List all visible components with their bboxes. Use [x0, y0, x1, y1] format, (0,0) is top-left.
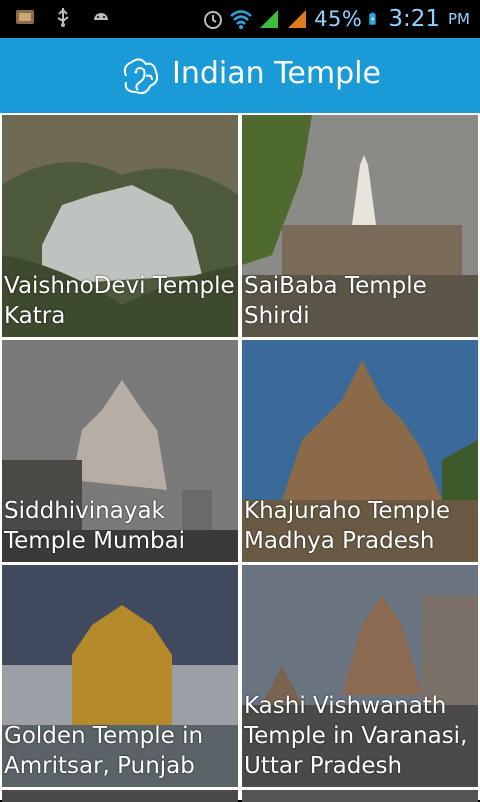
- temple-tile-khajuraho[interactable]: Khajuraho Temple Madhya Pradesh: [242, 340, 478, 562]
- temple-grid: VaishnoDevi Temple Katra SaiBaba Temple …: [0, 113, 480, 802]
- temple-tile-golden-temple[interactable]: Golden Temple in Amritsar, Punjab: [2, 565, 238, 787]
- clock-time: 3:21: [388, 6, 440, 32]
- app-bar: Indian Temple: [0, 38, 480, 113]
- temple-tile-kashi-vishwanath[interactable]: Kashi Vishwanath Temple in Varanasi, Utt…: [242, 565, 478, 787]
- usb-icon: [57, 8, 69, 27]
- alarm-icon: [204, 11, 223, 29]
- temple-name: Siddhivinayak Temple Mumbai: [4, 498, 186, 554]
- temple-name: Khajuraho Temple Madhya Pradesh: [244, 498, 451, 554]
- wifi-icon: [230, 10, 252, 29]
- app-title: Indian Temple: [172, 56, 381, 91]
- temple-name: Kashi Vishwanath Temple in Varanasi, Utt…: [244, 693, 468, 779]
- temple-tile-saibaba[interactable]: SaiBaba Temple Shirdi: [242, 115, 478, 337]
- android-icon: [94, 13, 108, 20]
- app-notification-icon: [16, 10, 34, 24]
- temple-tile-partial[interactable]: [242, 790, 478, 802]
- temple-name: SaiBaba Temple Shirdi: [244, 273, 427, 329]
- signal-icon-2: [288, 10, 307, 28]
- clock-ampm: PM: [448, 10, 470, 28]
- battery-percent: 45%: [314, 7, 363, 31]
- temple-tile-siddhivinayak[interactable]: Siddhivinayak Temple Mumbai: [2, 340, 238, 562]
- temple-tile-vaishnodevi[interactable]: VaishnoDevi Temple Katra: [2, 115, 238, 337]
- signal-icon: [260, 10, 279, 28]
- battery-icon: [369, 12, 376, 25]
- status-bar: 45% 3:21 PM: [0, 0, 480, 38]
- temple-name: VaishnoDevi Temple Katra: [4, 273, 235, 329]
- temple-name: Golden Temple in Amritsar, Punjab: [4, 723, 204, 779]
- temple-tile-partial[interactable]: [2, 790, 238, 802]
- temple-image: [2, 790, 238, 802]
- ganesha-logo-icon: [123, 58, 159, 95]
- temple-image: [242, 790, 478, 802]
